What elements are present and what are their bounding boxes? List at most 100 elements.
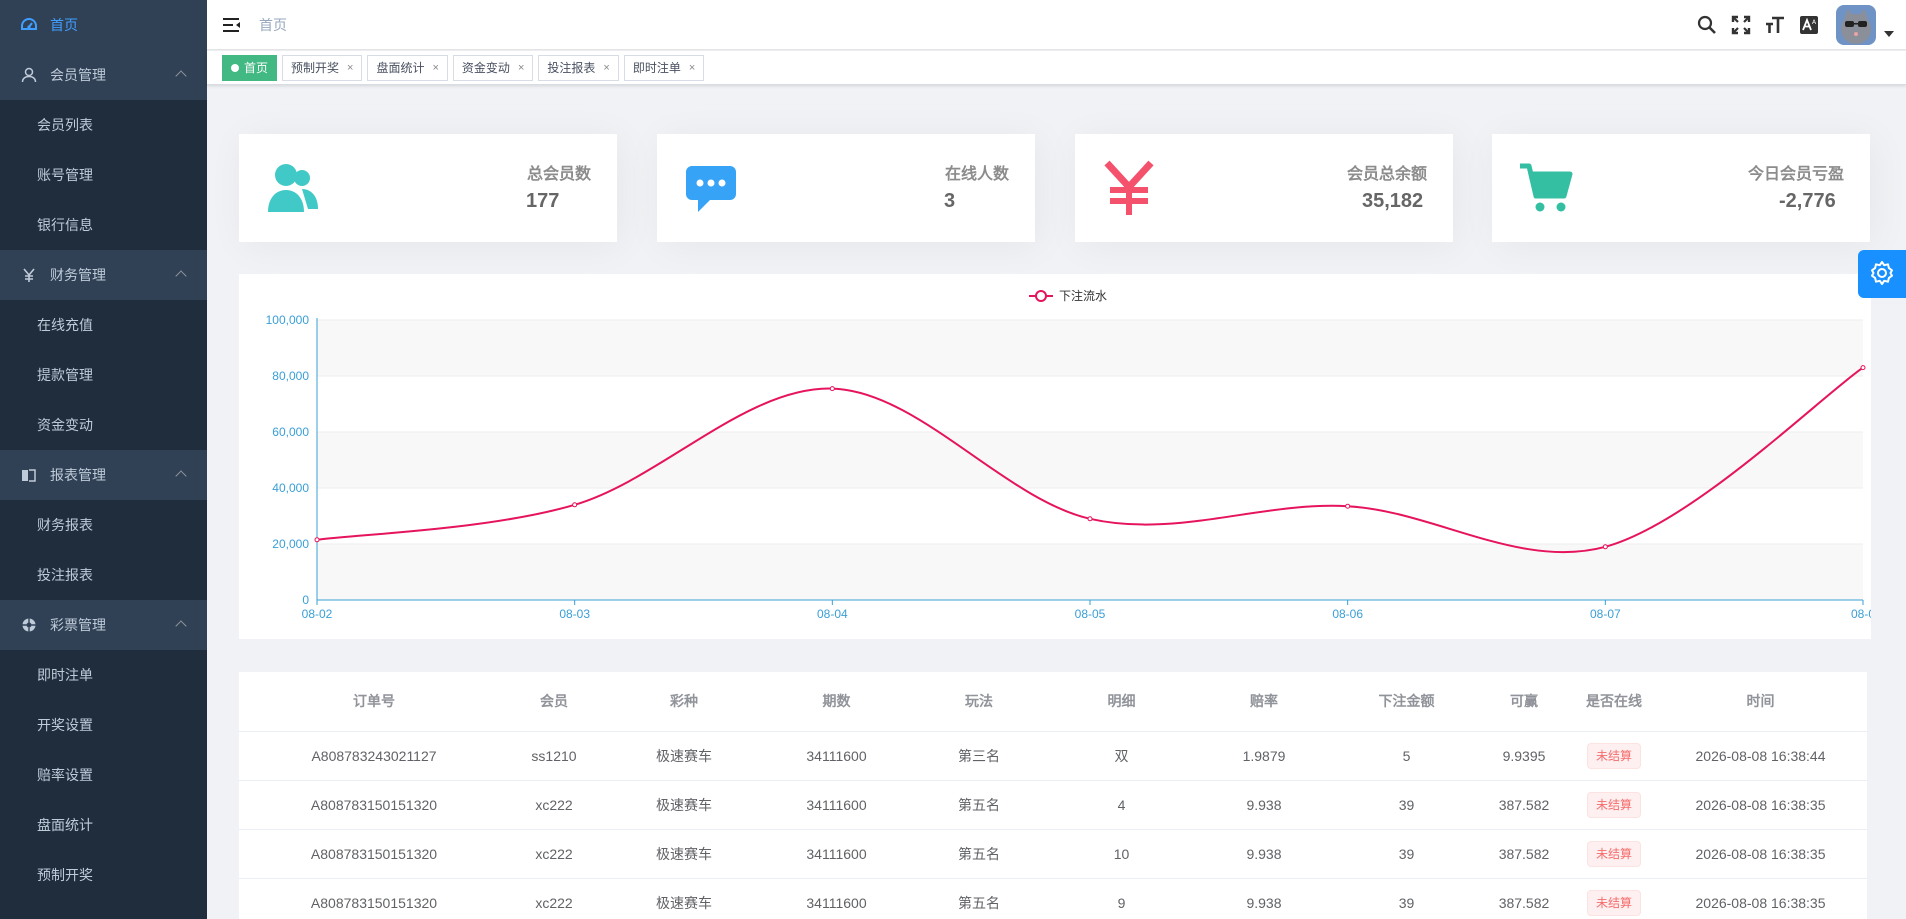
tag-1[interactable]: 首页 [222,54,278,81]
status-badge: 未结算 [1586,791,1641,818]
sidebar-subitem[interactable]: 提款管理 [0,350,207,400]
table-cell: 387.582 [1474,878,1574,919]
x-tick-label: 08-07 [1590,607,1621,621]
search-icon[interactable] [1690,0,1724,50]
column-header[interactable]: 时间 [1654,672,1867,732]
active-dot-icon [231,63,239,72]
chevron-up-icon [175,70,187,82]
table-cell: 第三名 [904,731,1054,781]
font-size-icon[interactable] [1758,0,1792,50]
sidebar-subitem[interactable]: 会员列表 [0,100,207,150]
x-tick-label: 08-0 [1851,607,1871,621]
table-cell: 未结算 [1574,878,1654,919]
table-row[interactable]: A808783150151320 xc222 极速赛车 34111600 第五名 10 9.… [239,829,1867,879]
tag-label: 预制开奖 [291,60,340,75]
message-icon [683,160,739,216]
avatar[interactable] [1836,5,1876,45]
table-cell: 9.9395 [1474,731,1574,781]
sidebar: 首页 会员管理 会员列表 账号管理 银行信息 财务管理 在线充值 提款管理 资金变动 报表管理财… [0,0,207,919]
table-cell: 2026-08-08 16:38:35 [1654,780,1867,830]
hamburger-icon[interactable] [207,0,257,50]
table-cell: 第五名 [904,829,1054,879]
column-header[interactable]: 订单号 [239,672,509,732]
x-tick-label: 08-06 [1332,607,1363,621]
lottery-icon [20,617,38,633]
column-header[interactable]: 彩种 [599,672,769,732]
column-header[interactable]: 赔率 [1189,672,1339,732]
sidebar-item-label: 首页 [50,17,78,33]
sidebar-subitem[interactable]: 赔率设置 [0,750,207,800]
table-row[interactable]: A808783150151320 xc222 极速赛车 34111600 第五名 9 9.9… [239,878,1867,919]
table-cell: 9.938 [1189,829,1339,879]
table-cell: 34111600 [769,829,904,879]
tag-5[interactable]: 投注报表 × [538,54,619,81]
table-cell: xc222 [509,878,599,919]
table-cell: 第五名 [904,878,1054,919]
sidebar-subitem[interactable]: 银行信息 [0,200,207,250]
status-badge: 未结算 [1586,889,1641,916]
close-icon[interactable]: × [603,56,609,80]
column-header[interactable]: 会员 [509,672,599,732]
sidebar-subitem[interactable]: 投注报表 [0,550,207,600]
column-header[interactable]: 明细 [1054,672,1189,732]
table-row[interactable]: A808783150151320 xc222 极速赛车 34111600 第五名 4 9.9… [239,780,1867,830]
sidebar-group-1[interactable]: 会员管理 [0,50,207,100]
stat-card-4[interactable]: 今日会员亏盈 -2,776 [1492,134,1870,242]
status-badge: 未结算 [1586,742,1641,769]
data-point [829,386,835,392]
table-row[interactable]: A808783243021127 ss1210 极速赛车 34111600 第三名双 1.… [239,731,1867,781]
sidebar-subitem[interactable]: 资金变动 [0,400,207,450]
tag-4[interactable]: 资金变动 × [452,54,534,81]
tag-2[interactable]: 预制开奖 × [282,54,363,81]
column-header[interactable]: 可赢 [1474,672,1574,732]
stat-card-3[interactable]: 会员总余额 35,182 [1075,134,1453,242]
table-cell: 极速赛车 [599,780,769,830]
close-icon[interactable]: × [432,56,438,80]
close-icon[interactable]: × [347,56,353,80]
table-cell: 9.938 [1189,780,1339,830]
fullscreen-icon[interactable] [1724,0,1758,50]
report-icon [20,467,38,483]
grid-band [317,432,1863,488]
tag-6[interactable]: 即时注单 × [623,54,705,81]
sidebar-subitem[interactable]: 预制开奖 [0,850,207,900]
tag-3[interactable]: 盘面统计 × [367,54,448,81]
y-tick-label: 20,000 [272,537,309,551]
people-icon [265,160,321,216]
sidebar-group-4[interactable]: 彩票管理 [0,600,207,650]
sidebar-subitem[interactable]: 财务报表 [0,500,207,550]
legend-label: 下注流水 [1059,288,1107,303]
column-header[interactable]: 是否在线 [1574,672,1654,732]
sidebar-subitem[interactable]: 开奖设置 [0,700,207,750]
stat-card-value: -2,776 [1779,190,1836,212]
sidebar-item-home[interactable]: 首页 [0,0,207,50]
sidebar-group-2[interactable]: 财务管理 [0,250,207,300]
table-cell: 5 [1339,731,1474,781]
close-icon[interactable]: × [689,56,695,80]
gear-icon [1869,260,1895,289]
breadcrumb[interactable]: 首页 [259,15,287,35]
language-icon[interactable]: A [1792,0,1826,50]
sidebar-subitem[interactable]: 盘面统计 [0,800,207,850]
close-icon[interactable]: × [518,56,524,80]
stat-card-1[interactable]: 总会员数 177 [239,134,617,242]
settings-button[interactable] [1858,250,1906,298]
sidebar-group-3[interactable]: 报表管理 [0,450,207,500]
column-header[interactable]: 玩法 [904,672,1054,732]
column-header[interactable]: 下注金额 [1339,672,1474,732]
data-point [1860,365,1866,371]
table-cell: 387.582 [1474,780,1574,830]
stat-card-2[interactable]: 在线人数 3 [657,134,1035,242]
status-badge: 未结算 [1586,840,1641,867]
dashboard-icon [20,17,38,33]
sidebar-subitem[interactable]: 账号管理 [0,150,207,200]
tags-view: 首页 预制开奖 × 盘面统计 × 资金变动 × 投注报表 × 即时注单 × [207,51,1906,85]
sidebar-subitem[interactable]: 在线充值 [0,300,207,350]
orders-table: 订单号 会员 彩种 期数 玩法 明细 赔率 下注金额 可赢 是否在线 时间 A80878324302… [239,672,1867,919]
y-tick-label: 100,000 [266,313,310,327]
sidebar-subitem[interactable]: 即时注单 [0,650,207,700]
chevron-up-icon [175,270,187,282]
column-header[interactable]: 期数 [769,672,904,732]
chevron-down-icon[interactable] [1884,31,1894,37]
stat-card-label: 会员总余额 [1346,166,1427,183]
